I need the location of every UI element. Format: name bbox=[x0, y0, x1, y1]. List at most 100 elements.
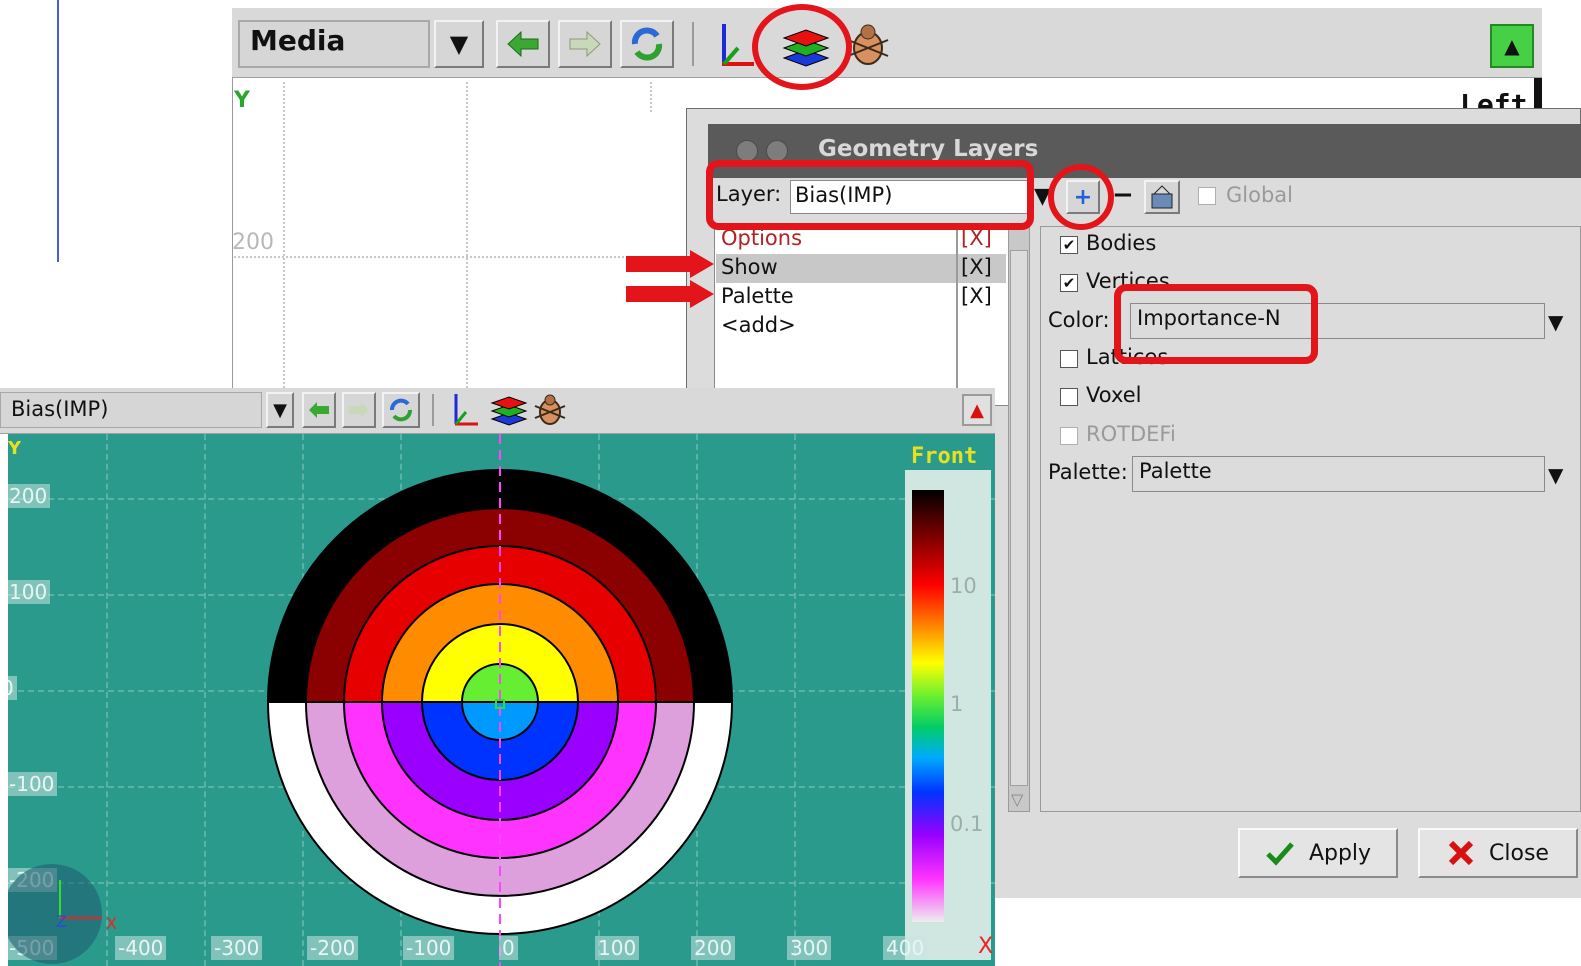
list-item-palette[interactable]: Palette bbox=[717, 282, 794, 311]
palette-tick: 1 bbox=[950, 692, 964, 716]
scrollbar-thumb[interactable] bbox=[1010, 250, 1028, 786]
maximize-button[interactable]: ▲ bbox=[962, 394, 992, 426]
import-icon bbox=[1151, 185, 1173, 209]
close-button[interactable]: Close bbox=[1418, 828, 1578, 878]
y-tick-label: 200 bbox=[8, 484, 51, 508]
scroll-down-icon[interactable]: ▽ bbox=[1011, 790, 1023, 809]
z-axis-label: Z bbox=[56, 912, 67, 931]
triangle-up-icon: ▲ bbox=[970, 399, 984, 421]
y-tick-label: 0 bbox=[8, 676, 17, 700]
apply-label: Apply bbox=[1308, 840, 1372, 866]
refresh-icon bbox=[390, 398, 412, 422]
global-label: Global bbox=[1226, 183, 1293, 207]
bodies-label: Bodies bbox=[1086, 231, 1157, 255]
palette-dropdown-button[interactable]: ▼ bbox=[1548, 463, 1563, 487]
axes-button[interactable] bbox=[448, 390, 482, 430]
remove-layer-button[interactable]: − bbox=[1112, 180, 1134, 214]
grid-line bbox=[283, 82, 285, 388]
minimize-window-icon[interactable] bbox=[766, 140, 788, 162]
palette-tick: 10 bbox=[950, 574, 977, 598]
checkmark-icon bbox=[1266, 842, 1294, 866]
debug-button[interactable] bbox=[532, 392, 568, 428]
x-axis-label: X bbox=[106, 914, 117, 933]
y-tick-label: -100 bbox=[8, 772, 58, 796]
refresh-icon bbox=[631, 27, 663, 61]
layer-select[interactable]: Bias(IMP) bbox=[0, 392, 262, 428]
global-checkbox[interactable] bbox=[1198, 187, 1216, 205]
x-tick-label: 400 bbox=[883, 936, 928, 960]
grid-line bbox=[234, 256, 684, 258]
color-dropdown-button[interactable]: ▼ bbox=[1548, 310, 1563, 334]
guide-line bbox=[57, 0, 59, 262]
rotdefi-checkbox[interactable] bbox=[1060, 427, 1078, 445]
arrow-left-icon bbox=[507, 30, 539, 58]
refresh-button[interactable] bbox=[620, 20, 674, 68]
apply-button[interactable]: Apply bbox=[1238, 828, 1398, 878]
annotation-circle-layers bbox=[752, 4, 852, 90]
chevron-down-icon: ▼ bbox=[1548, 463, 1564, 487]
axis-y-label: Y bbox=[234, 88, 250, 113]
x-tick-label: 0 bbox=[499, 936, 518, 960]
bodies-checkbox[interactable]: ✔ bbox=[1060, 236, 1078, 254]
back-button[interactable] bbox=[496, 20, 550, 68]
color-label: Color: bbox=[1048, 308, 1110, 332]
arrow-right-icon bbox=[569, 30, 601, 58]
back-button[interactable] bbox=[302, 392, 336, 428]
annotation-arrow-icons bbox=[626, 250, 714, 308]
forward-button[interactable] bbox=[558, 20, 612, 68]
layers-button[interactable] bbox=[490, 392, 528, 428]
close-icon bbox=[1448, 840, 1474, 866]
layer-dropdown-button[interactable]: ▼ bbox=[266, 392, 294, 428]
y-tick-label: 100 bbox=[8, 580, 51, 604]
close-label: Close bbox=[1489, 840, 1549, 866]
lattices-checkbox[interactable] bbox=[1060, 350, 1078, 368]
voxel-label: Voxel bbox=[1086, 383, 1142, 407]
arrow-left-icon bbox=[309, 402, 329, 418]
layers-icon bbox=[490, 396, 528, 426]
list-item-add[interactable]: <add> bbox=[717, 311, 796, 340]
view-label: Front bbox=[911, 444, 978, 469]
dialog-title: Geometry Layers bbox=[818, 136, 1039, 162]
grid-line bbox=[650, 82, 652, 112]
bug-icon bbox=[534, 394, 566, 425]
list-item-show[interactable]: Show bbox=[717, 253, 778, 282]
palette-select[interactable]: Palette bbox=[1132, 456, 1545, 492]
axis-y-label: Y bbox=[8, 438, 22, 456]
forward-button[interactable] bbox=[342, 392, 376, 428]
x-tick-label: 100 bbox=[595, 936, 640, 960]
x-tick-label: -300 bbox=[211, 936, 263, 960]
annotation-circle-add bbox=[1048, 164, 1114, 230]
y-tick-label: 200 bbox=[232, 230, 274, 255]
maximize-button[interactable]: ▲ bbox=[1490, 24, 1534, 68]
region-dropdown-button[interactable]: ▼ bbox=[434, 20, 484, 68]
close-window-icon[interactable] bbox=[736, 140, 758, 162]
geometry-rings bbox=[266, 434, 734, 966]
rotdefi-label: ROTDEFi bbox=[1086, 422, 1176, 446]
toolbar-separator bbox=[692, 22, 694, 66]
arrow-right-icon bbox=[349, 402, 369, 418]
x-tick-label: -200 bbox=[307, 936, 359, 960]
front-plot-area[interactable]: 10 1 0.1 Front Y 200 100 0 -100 -200 -50… bbox=[8, 434, 995, 966]
grid-line bbox=[466, 82, 468, 388]
x-axis-end-label: X bbox=[978, 934, 994, 959]
x-tick-label: -400 bbox=[115, 936, 167, 960]
vertices-checkbox[interactable]: ✔ bbox=[1060, 274, 1078, 292]
chevron-down-icon: ▼ bbox=[1548, 310, 1564, 334]
region-select[interactable]: Media bbox=[238, 20, 430, 68]
chevron-down-icon: ▼ bbox=[449, 30, 469, 58]
x-tick-label: -100 bbox=[403, 936, 455, 960]
annotation-rect-color bbox=[1114, 284, 1318, 364]
toolbar-separator bbox=[432, 394, 434, 426]
palette-tick: 0.1 bbox=[950, 812, 984, 836]
triangle-up-icon: ▲ bbox=[1504, 34, 1520, 58]
x-tick-label: 300 bbox=[787, 936, 832, 960]
list-item-flag: [X] bbox=[961, 284, 992, 308]
import-layer-button[interactable] bbox=[1144, 180, 1180, 214]
chevron-down-icon: ▼ bbox=[273, 399, 287, 421]
refresh-button[interactable] bbox=[382, 392, 420, 428]
x-tick-label: 200 bbox=[691, 936, 736, 960]
voxel-checkbox[interactable] bbox=[1060, 388, 1078, 406]
list-item-flag: [X] bbox=[961, 255, 992, 279]
palette-colorbar bbox=[912, 490, 944, 922]
palette-label: Palette: bbox=[1048, 460, 1128, 484]
